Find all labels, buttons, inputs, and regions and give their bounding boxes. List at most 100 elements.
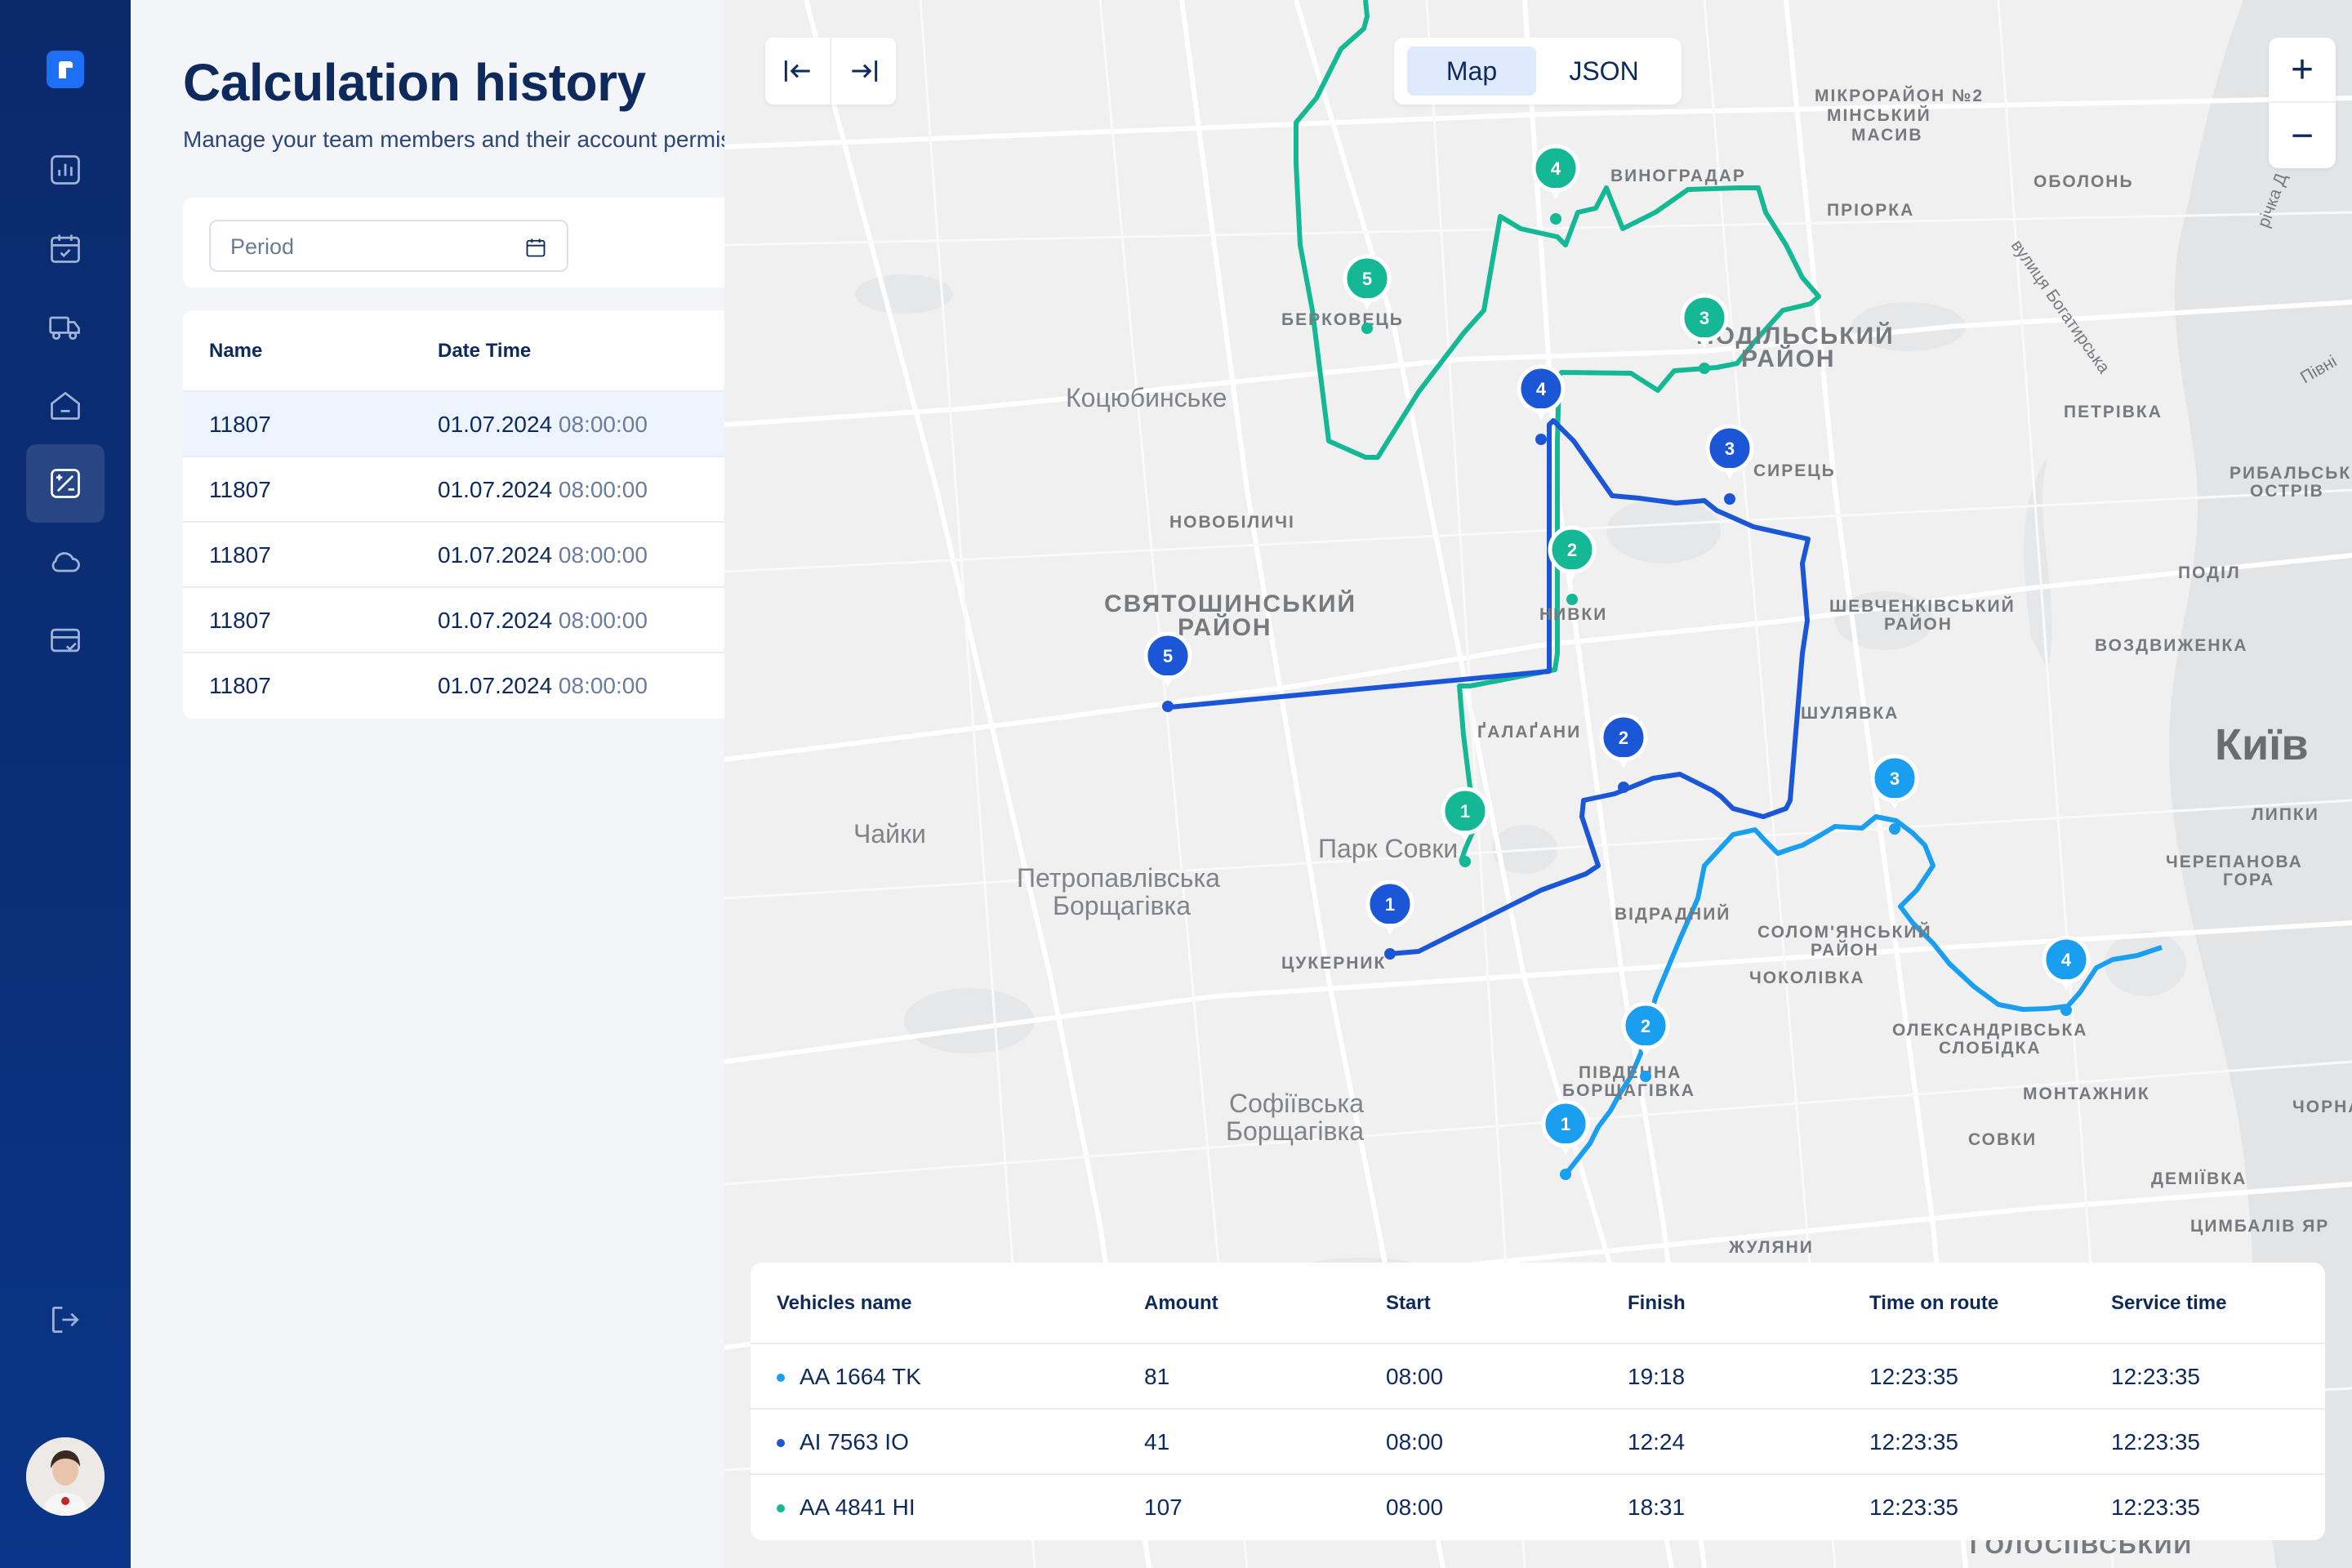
label-vozdvyzhenka: ВОЗДВИЖЕНКА [2095, 636, 2248, 655]
label-sofiivska: Софіївська [1229, 1089, 1364, 1118]
col-time-on-route-header[interactable]: Time on route [1869, 1292, 1998, 1315]
navy-stop-2-label: 2 [1619, 728, 1628, 748]
app-logo[interactable] [47, 51, 84, 88]
col-service-time-header[interactable]: Service time [2111, 1292, 2226, 1315]
col-name-header[interactable]: Name [209, 340, 262, 363]
vehicle-service-time: 12:23:35 [2111, 1364, 2200, 1389]
label-kyiv: Київ [2215, 720, 2309, 769]
vehicle-amount: 107 [1144, 1494, 1183, 1520]
label-podil: ПОДІЛ [2178, 564, 2241, 582]
teal-stop-4-label: 4 [1551, 158, 1561, 179]
nav-billing[interactable] [26, 601, 105, 679]
nav-cloud[interactable] [26, 523, 105, 601]
label-montazhnyk: МОНТАЖНИК [2023, 1085, 2150, 1103]
sky-stop-4-label: 4 [2061, 950, 2072, 970]
col-amount-header[interactable]: Amount [1144, 1292, 1218, 1315]
tab-map[interactable]: Map [1407, 47, 1536, 96]
vehicle-start: 08:00 [1386, 1494, 1444, 1520]
row-time: 08:00:00 [558, 673, 648, 698]
col-start-header[interactable]: Start [1386, 1292, 1431, 1315]
collapse-left-button[interactable] [765, 38, 831, 105]
vehicle-finish: 12:24 [1628, 1429, 1686, 1454]
route-color-dot [777, 1439, 785, 1447]
logout-button[interactable] [26, 1281, 105, 1359]
label-tsymbaliv: ЦИМБАЛІВ ЯР [2190, 1217, 2329, 1236]
row-datetime: 01.07.2024 08:00:00 [438, 477, 648, 503]
sky-stop-1-label: 1 [1561, 1114, 1570, 1134]
tab-json[interactable]: JSON [1539, 47, 1668, 96]
row-date: 01.07.2024 [438, 608, 553, 633]
table-row[interactable]: 11807 01.07.2024 08:00:00 [183, 523, 724, 588]
col-vehicle-name-header[interactable]: Vehicles name [777, 1292, 911, 1315]
label-minskyi: МІНСЬКИЙ [1827, 105, 1931, 125]
expand-right-button[interactable] [831, 38, 896, 105]
label-borshchahivka2: Борщагівка [1226, 1116, 1364, 1146]
row-name: 11807 [209, 412, 271, 437]
row-date: 01.07.2024 [438, 542, 553, 568]
label-park-sovky: Парк Совки [1318, 834, 1458, 863]
table-row[interactable]: 11807 01.07.2024 08:00:00 [183, 653, 724, 719]
view-toggle: Map JSON [1394, 38, 1682, 105]
row-name: 11807 [209, 608, 271, 633]
arrow-to-right-icon [851, 60, 877, 82]
nav-calculations[interactable] [26, 444, 105, 523]
nav-analytics[interactable] [26, 131, 105, 209]
label-cherepanova: ЧЕРЕПАНОВА [2166, 853, 2303, 871]
label-shevchenkivskyi: ШЕВЧЕНКІВСЬКИЙ [1829, 596, 2016, 616]
label-solomianskyi: СОЛОМ'ЯНСЬКИЙ [1757, 922, 1932, 942]
vehicles-header: Vehicles name Amount Start Finish Time o… [751, 1263, 2325, 1344]
credit-card-icon [51, 628, 80, 653]
row-datetime: 01.07.2024 08:00:00 [438, 608, 648, 634]
vehicle-row[interactable]: AA 1664 TK 81 08:00 19:18 12:23:35 12:23… [751, 1344, 2325, 1410]
avatar[interactable] [26, 1437, 105, 1516]
label-mikroraion: МІКРОРАЙОН №2 [1815, 86, 1984, 105]
zoom-out-button[interactable]: − [2269, 103, 2336, 168]
row-name: 11807 [209, 673, 271, 698]
row-time: 08:00:00 [558, 412, 648, 437]
label-sovky: СОВКИ [1968, 1130, 2037, 1149]
cloud-icon [51, 552, 80, 572]
nav-warehouses[interactable] [26, 366, 105, 444]
table-row[interactable]: 11807 01.07.2024 08:00:00 [183, 588, 724, 653]
table-row[interactable]: 11807 01.07.2024 08:00:00 [183, 457, 724, 523]
label-halahany: ҐАЛАҐАНИ [1477, 723, 1581, 742]
label-oleksandrivska: ОЛЕКСАНДРІВСЬКА [1892, 1021, 2087, 1040]
row-datetime: 01.07.2024 08:00:00 [438, 673, 648, 699]
vehicle-name: AI 7563 IO [800, 1429, 909, 1454]
label-ostriv: ОСТРІВ [2250, 482, 2324, 501]
row-datetime: 01.07.2024 08:00:00 [438, 542, 648, 568]
vehicle-service-time: 12:23:35 [2111, 1494, 2200, 1520]
home-icon [51, 391, 80, 420]
vehicle-amount: 41 [1144, 1429, 1170, 1454]
table-row[interactable]: 11807 01.07.2024 08:00:00 [183, 392, 724, 457]
nav-vehicles[interactable] [26, 287, 105, 366]
col-finish-header[interactable]: Finish [1628, 1292, 1686, 1315]
label-vynohradar: ВИНОГРАДАР [1610, 167, 1746, 185]
content-panel: Calculation history Manage your team mem… [131, 0, 724, 1568]
page-title: Calculation history [183, 53, 646, 112]
label-obolon: ОБОЛОНЬ [2034, 172, 2134, 191]
label-shevchenkivskyi-raion: РАЙОН [1884, 614, 1953, 634]
navy-stop-1-label: 1 [1385, 894, 1395, 915]
row-time: 08:00:00 [558, 542, 648, 568]
vehicle-row[interactable]: AI 7563 IO 41 08:00 12:24 12:23:35 12:23… [751, 1410, 2325, 1475]
calculator-icon [51, 469, 80, 498]
route-map[interactable]: Київ Коцюбинське Чайки Петропавлівська Б… [724, 0, 2352, 1568]
period-input[interactable]: Period [209, 220, 568, 272]
teal-stop-5-label: 5 [1362, 269, 1372, 289]
calendar-icon [526, 238, 546, 257]
row-datetime: 01.07.2024 08:00:00 [438, 412, 648, 438]
label-vidradnyi: ВІДРАДНИЙ [1615, 904, 1731, 924]
sky-stop-2-label: 2 [1641, 1016, 1650, 1036]
col-datetime-header[interactable]: Date Time [438, 340, 531, 363]
label-chokolivka: ЧОКОЛІВКА [1749, 969, 1864, 987]
vehicle-row[interactable]: AA 4841 HI 107 08:00 18:31 12:23:35 12:2… [751, 1475, 2325, 1540]
zoom-in-button[interactable]: + [2269, 38, 2336, 103]
label-petrivka: ПЕТРІВКА [2064, 403, 2163, 421]
nav-schedule[interactable] [26, 209, 105, 287]
label-nyvky: НИВКИ [1539, 605, 1607, 624]
vehicles-table: Vehicles name Amount Start Finish Time o… [751, 1263, 2325, 1540]
chart-icon [51, 155, 80, 185]
navy-stop-5-label: 5 [1163, 646, 1173, 666]
label-podilskyi-raion: РАЙОН [1741, 345, 1836, 372]
